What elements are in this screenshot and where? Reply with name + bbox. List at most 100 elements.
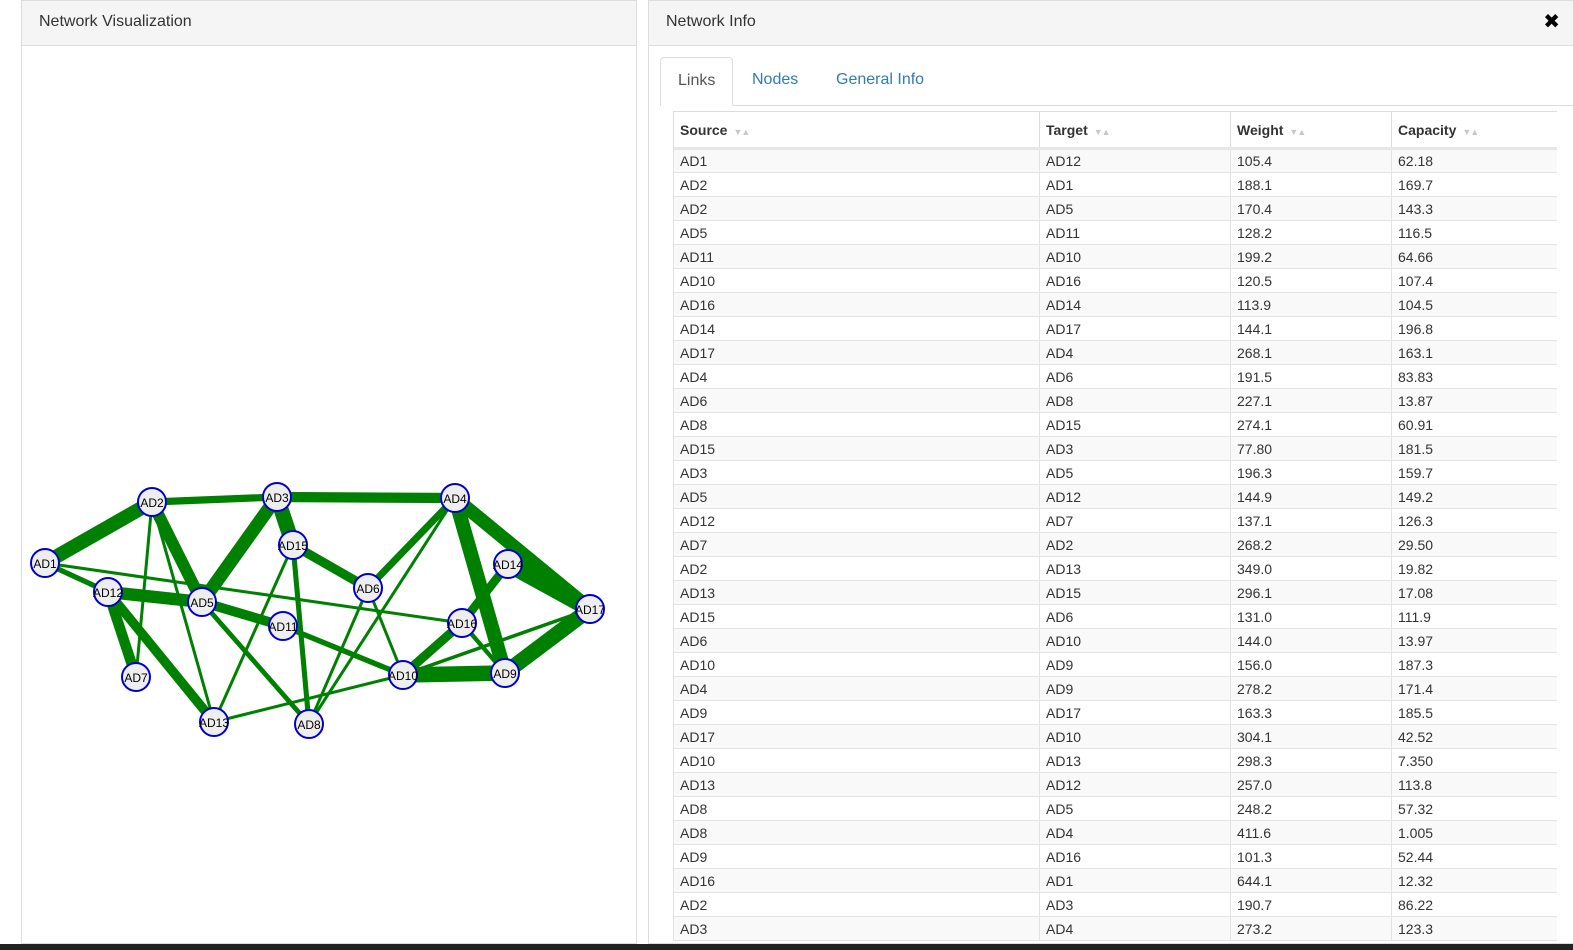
table-row[interactable]: AD2 AD5 170.4 143.3 — [673, 196, 1557, 221]
cell-capacity: 62.18 — [1391, 148, 1557, 173]
graph-node-ad1[interactable]: AD1 — [30, 548, 60, 578]
graph-node-ad12[interactable]: AD12 — [93, 577, 123, 607]
column-header-source[interactable]: Source ▼▲ — [673, 111, 1040, 150]
table-row[interactable]: AD4 AD9 278.2 171.4 — [673, 676, 1557, 701]
graph-edge-ad2-ad3[interactable] — [151, 493, 278, 506]
sort-icon: ▼▲ — [733, 126, 750, 137]
graph-node-ad10[interactable]: AD10 — [388, 660, 418, 690]
cell-weight: 101.3 — [1230, 844, 1392, 869]
table-row[interactable]: AD14 AD17 144.1 196.8 — [673, 316, 1557, 341]
table-row[interactable]: AD2 AD13 349.0 19.82 — [673, 556, 1557, 581]
table-row[interactable]: AD17 AD4 268.1 163.1 — [673, 340, 1557, 365]
graph-node-ad7[interactable]: AD7 — [121, 662, 151, 692]
sort-icon: ▼▲ — [1289, 126, 1306, 137]
cell-weight: 190.7 — [1230, 892, 1392, 917]
cell-target: AD10 — [1039, 244, 1231, 269]
table-row[interactable]: AD2 AD1 188.1 169.7 — [673, 172, 1557, 197]
tab-general-info[interactable]: General Info — [819, 57, 941, 105]
table-row[interactable]: AD1 AD12 105.4 62.18 — [673, 148, 1557, 173]
graph-edge-ad9-ad17[interactable] — [500, 602, 595, 680]
table-row[interactable]: AD13 AD15 296.1 17.08 — [673, 580, 1557, 605]
cell-target: AD9 — [1039, 652, 1231, 677]
cell-source: AD15 — [673, 436, 1040, 461]
cell-source: AD15 — [673, 604, 1040, 629]
cell-weight: 128.2 — [1230, 220, 1392, 245]
table-row[interactable]: AD8 AD15 274.1 60.91 — [673, 412, 1557, 437]
table-row[interactable]: AD6 AD8 227.1 13.87 — [673, 388, 1557, 413]
graph-edge-ad3-ad4[interactable] — [276, 491, 456, 504]
table-row[interactable]: AD9 AD17 163.3 185.5 — [673, 700, 1557, 725]
cell-source: AD2 — [673, 892, 1040, 917]
network-visualization-panel: Network Visualization AD1 AD2 AD3 AD4 AD5 AD6… — [21, 0, 637, 944]
graph-node-ad15[interactable]: AD15 — [278, 530, 308, 560]
table-row[interactable]: AD5 AD11 128.2 116.5 — [673, 220, 1557, 245]
table-row[interactable]: AD5 AD12 144.9 149.2 — [673, 484, 1557, 509]
table-row[interactable]: AD10 AD13 298.3 7.350 — [673, 748, 1557, 773]
node-label: AD6 — [356, 582, 380, 596]
graph-node-ad5[interactable]: AD5 — [187, 587, 217, 617]
cell-capacity: 104.5 — [1391, 292, 1557, 317]
tab-nodes[interactable]: Nodes — [735, 57, 815, 105]
table-row[interactable]: AD6 AD10 144.0 13.97 — [673, 628, 1557, 653]
table-row[interactable]: AD7 AD2 268.2 29.50 — [673, 532, 1557, 557]
graph-node-ad6[interactable]: AD6 — [353, 573, 383, 603]
cell-target: AD12 — [1039, 772, 1231, 797]
table-row[interactable]: AD3 AD5 196.3 159.7 — [673, 460, 1557, 485]
table-row[interactable]: AD4 AD6 191.5 83.83 — [673, 364, 1557, 389]
cell-capacity: 13.87 — [1391, 388, 1557, 413]
table-row[interactable]: AD11 AD10 199.2 64.66 — [673, 244, 1557, 269]
cell-weight: 131.0 — [1230, 604, 1392, 629]
node-label: AD4 — [443, 492, 467, 506]
table-row[interactable]: AD8 AD5 248.2 57.32 — [673, 796, 1557, 821]
links-table-container[interactable]: Source ▼▲ Target ▼▲ Weight ▼▲ Capacity ▼▲ AD… — [673, 111, 1557, 945]
cell-target: AD6 — [1039, 604, 1231, 629]
table-row[interactable]: AD10 AD9 156.0 187.3 — [673, 652, 1557, 677]
table-row[interactable]: AD10 AD16 120.5 107.4 — [673, 268, 1557, 293]
cell-source: AD7 — [673, 532, 1040, 557]
table-row[interactable]: AD15 AD6 131.0 111.9 — [673, 604, 1557, 629]
table-row[interactable]: AD16 AD1 644.1 12.32 — [673, 868, 1557, 893]
cell-source: AD5 — [673, 484, 1040, 509]
cell-capacity: 159.7 — [1391, 460, 1557, 485]
graph-edge-ad10-ad9[interactable] — [402, 665, 506, 683]
table-row[interactable]: AD8 AD4 411.6 1.005 — [673, 820, 1557, 845]
cell-weight: 273.2 — [1230, 916, 1392, 941]
column-header-target[interactable]: Target ▼▲ — [1039, 111, 1231, 150]
node-label: AD8 — [297, 718, 321, 732]
graph-node-ad2[interactable]: AD2 — [137, 487, 167, 517]
column-header-capacity[interactable]: Capacity ▼▲ — [1391, 111, 1557, 150]
close-icon[interactable]: ✖ — [1543, 9, 1560, 34]
tab-links[interactable]: Links — [660, 57, 733, 106]
graph-node-ad11[interactable]: AD11 — [268, 611, 298, 641]
graph-node-ad4[interactable]: AD4 — [440, 483, 470, 513]
table-row[interactable]: AD3 AD4 273.2 123.3 — [673, 916, 1557, 941]
table-row[interactable]: AD15 AD3 77.80 181.5 — [673, 436, 1557, 461]
graph-node-ad9[interactable]: AD9 — [490, 658, 520, 688]
cell-weight: 274.1 — [1230, 412, 1392, 437]
cell-capacity: 42.52 — [1391, 724, 1557, 749]
cell-source: AD3 — [673, 460, 1040, 485]
table-row[interactable]: AD17 AD10 304.1 42.52 — [673, 724, 1557, 749]
table-row[interactable]: AD13 AD12 257.0 113.8 — [673, 772, 1557, 797]
cell-weight: 196.3 — [1230, 460, 1392, 485]
graph-node-ad13[interactable]: AD13 — [199, 707, 229, 737]
node-label: AD13 — [199, 716, 229, 730]
cell-weight: 298.3 — [1230, 748, 1392, 773]
cell-weight: 156.0 — [1230, 652, 1392, 677]
cell-capacity: 52.44 — [1391, 844, 1557, 869]
graph-node-ad8[interactable]: AD8 — [294, 709, 324, 739]
graph-edge-ad4-ad6[interactable] — [365, 495, 458, 591]
graph-edge-ad2-ad1[interactable] — [41, 495, 156, 570]
graph-node-ad17[interactable]: AD17 — [575, 594, 605, 624]
table-row[interactable]: AD16 AD14 113.9 104.5 — [673, 292, 1557, 317]
graph-node-ad16[interactable]: AD16 — [447, 608, 477, 638]
network-graph[interactable]: AD1 AD2 AD3 AD4 AD5 AD6 AD7 AD8 AD9 AD10 AD11 AD12 A… — [22, 46, 636, 944]
table-row[interactable]: AD9 AD16 101.3 52.44 — [673, 844, 1557, 869]
table-row[interactable]: AD2 AD3 190.7 86.22 — [673, 892, 1557, 917]
cell-weight: 144.0 — [1230, 628, 1392, 653]
graph-node-ad3[interactable]: AD3 — [262, 482, 292, 512]
table-row[interactable]: AD12 AD7 137.1 126.3 — [673, 508, 1557, 533]
cell-weight: 77.80 — [1230, 436, 1392, 461]
column-header-weight[interactable]: Weight ▼▲ — [1230, 111, 1392, 150]
graph-node-ad14[interactable]: AD14 — [493, 549, 523, 579]
